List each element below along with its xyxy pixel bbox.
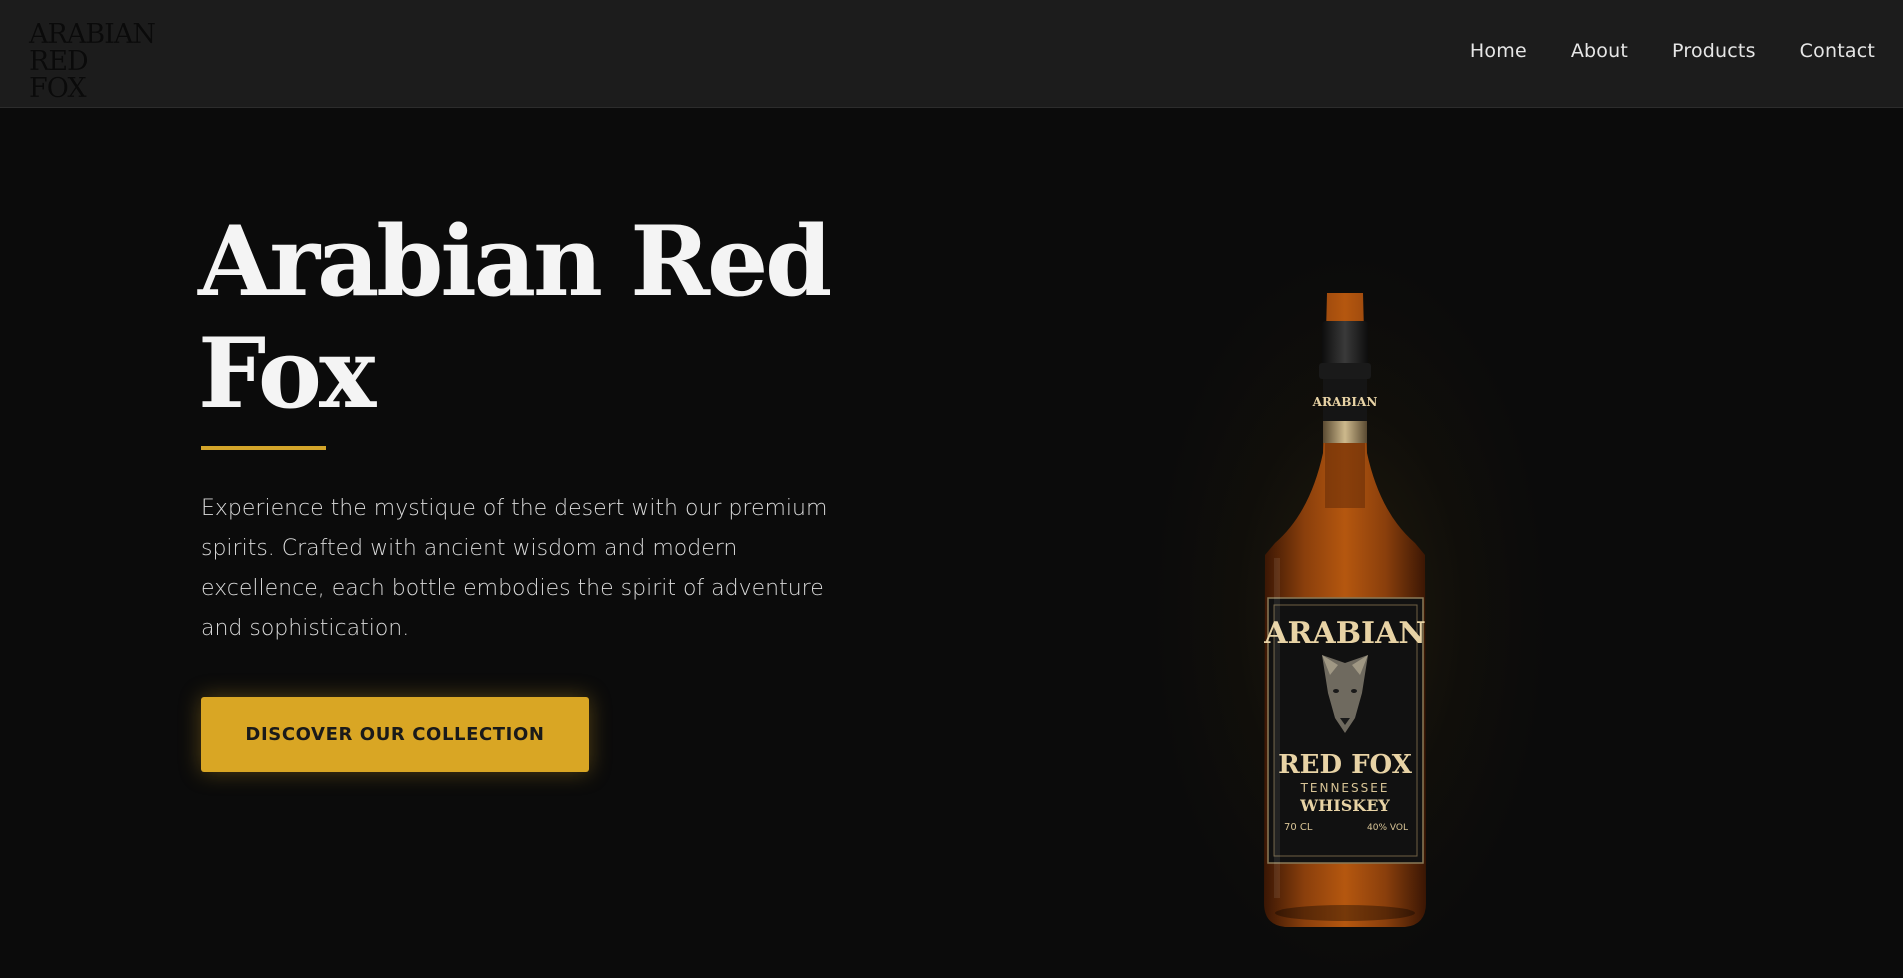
neck-label-text: ARABIAN — [1312, 395, 1378, 409]
label-origin: TENNESSEE — [1300, 781, 1390, 795]
label-abv: 40% VOL — [1367, 823, 1408, 833]
hero-title: Arabian Red Fox — [198, 206, 838, 430]
nav-link-products[interactable]: Products — [1672, 40, 1756, 62]
label-type: WHISKEY — [1299, 796, 1390, 815]
hero-title-line-2: Fox — [198, 317, 376, 430]
label-name: RED FOX — [1278, 750, 1413, 780]
label-title: ARABIAN — [1263, 616, 1426, 651]
bottle-highlight — [1274, 558, 1280, 898]
hero-description: Experience the mystique of the desert wi… — [201, 496, 828, 641]
logo-line-1: ARABIAN — [29, 19, 156, 50]
brand-logo[interactable]: ARABIAN RED FOX — [29, 19, 156, 102]
main-nav: Home About Products Contact — [1470, 40, 1875, 62]
nav-link-contact[interactable]: Contact — [1800, 40, 1875, 62]
neck-band — [1323, 421, 1367, 443]
nav-link-about[interactable]: About — [1571, 40, 1628, 62]
label-volume: 70 CL — [1284, 822, 1313, 833]
title-divider — [201, 446, 326, 450]
hero-section: Arabian Red Fox Experience the mystique … — [0, 108, 1903, 978]
hero-title-line-1: Arabian Red — [198, 205, 832, 318]
bottle-cap-rim — [1319, 363, 1371, 379]
bottle-neck — [1325, 438, 1365, 508]
logo-line-2: RED FOX — [29, 46, 89, 104]
top-navigation-bar: ARABIAN RED FOX Home About Products Cont… — [0, 0, 1903, 108]
whiskey-bottle-image: ARABIAN ARABIAN RED FOX TENNESSEE WHISKE… — [1263, 293, 1426, 927]
bottle-base-shadow — [1275, 905, 1415, 921]
nav-link-home[interactable]: Home — [1470, 40, 1527, 62]
discover-collection-button[interactable]: DISCOVER OUR COLLECTION — [201, 697, 589, 772]
